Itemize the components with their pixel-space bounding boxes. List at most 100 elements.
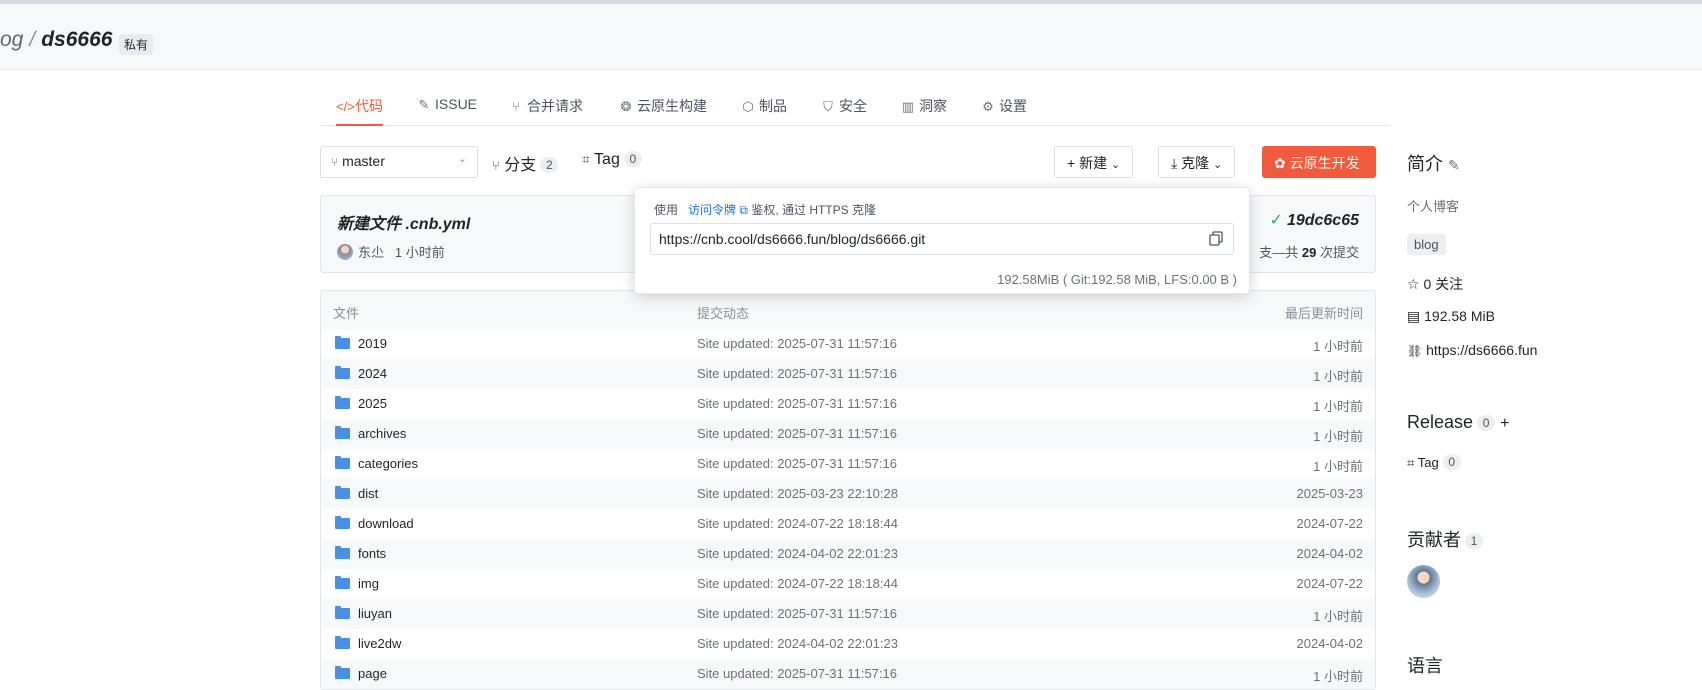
intro-title: 简介 ✎ [1407,150,1460,176]
updated-time: 1 小时前 [1313,399,1363,414]
folder-icon [335,456,350,469]
tab-insights[interactable]: ▥ 洞察 [900,96,947,126]
file-name[interactable]: img [335,576,379,591]
release-title: Release 0 + [1407,412,1509,433]
clone-url-field[interactable]: https://cnb.cool/ds6666.fun/blog/ds6666.… [650,223,1234,255]
edit-icon[interactable]: ✎ [1448,157,1460,173]
tab-security[interactable]: ⛉ 安全 [820,96,867,126]
table-row[interactable]: live2dw Site updated: 2024-04-02 22:01:23… [321,629,1375,659]
table-row[interactable]: download Site updated: 2024-07-22 18:18:4… [321,509,1375,539]
commit-message[interactable]: Site updated: 2025-07-31 11:57:16 [697,396,897,411]
settings-icon: ⚙ [982,99,994,114]
contributors-count: 1 [1465,533,1483,549]
table-row[interactable]: page Site updated: 2025-07-31 11:57:16 1 小… [321,659,1375,689]
tab-packages[interactable]: ⬡ 制品 [740,96,787,126]
updated-time: 1 小时前 [1313,339,1363,354]
cloud-dev-label: 云原生开发 [1289,155,1360,171]
commit-count-suffix: 次提交 [1319,245,1359,260]
file-name[interactable]: download [335,516,414,531]
plus-icon[interactable]: + [1500,415,1509,432]
clone-button[interactable]: ⤓ 克隆 ⌄ [1158,146,1236,178]
commit-message[interactable]: Site updated: 2024-07-22 18:18:44 [697,576,898,591]
updated-time: 1 小时前 [1313,669,1363,684]
file-name[interactable]: dist [335,486,378,501]
commit-author-line: 东尐 1 小时前 [337,242,445,261]
tab-settings[interactable]: ⚙ 设置 [980,96,1027,126]
website[interactable]: ⛓ https://ds6666.fun [1407,342,1537,358]
file-name[interactable]: 2019 [335,336,387,351]
cloud-dev-icon: ✿ [1274,155,1286,171]
language-title: 语言 [1407,656,1443,676]
file-name-text: download [358,516,414,531]
release-tag-count: 0 [1442,454,1461,470]
release-title-text[interactable]: Release [1407,412,1473,432]
file-name[interactable]: fonts [335,546,386,561]
commit-message[interactable]: Site updated: 2025-07-31 11:57:16 [697,606,897,621]
file-name[interactable]: live2dw [335,636,401,651]
topic-badge[interactable]: blog [1407,234,1446,255]
table-row[interactable]: categories Site updated: 2025-07-31 11:57… [321,449,1375,479]
release-tags[interactable]: ⌗ Tag 0 [1407,454,1461,471]
avatar[interactable] [1407,565,1440,598]
commit-title[interactable]: 新建文件 .cnb.yml [337,210,470,234]
copy-icon[interactable] [1209,231,1223,246]
commit-count[interactable]: 支—共 29 次提交 [1259,242,1359,261]
commit-message[interactable]: Site updated: 2024-07-22 18:18:44 [697,516,898,531]
table-row[interactable]: 2025 Site updated: 2025-07-31 11:57:16 1 小… [321,389,1375,419]
table-row[interactable]: 2019 Site updated: 2025-07-31 11:57:16 1 小… [321,329,1375,359]
file-name[interactable]: liuyan [335,606,392,621]
commit-message[interactable]: Site updated: 2025-07-31 11:57:16 [697,666,897,681]
external-link-icon[interactable]: ⧉ [739,203,748,217]
cloud-dev-button[interactable]: ✿ 云原生开发 [1262,146,1376,178]
file-name[interactable]: page [335,666,387,681]
commit-message[interactable]: Site updated: 2024-04-02 22:01:23 [697,546,898,561]
commit-message[interactable]: Site updated: 2024-04-02 22:01:23 [697,636,898,651]
file-name[interactable]: categories [335,456,418,471]
commit-author[interactable]: 东尐 [358,245,384,260]
file-name-text: 2024 [358,366,387,381]
tab-code[interactable]: </>代码 [336,96,383,126]
commit-message[interactable]: Site updated: 2025-03-23 22:10:28 [697,486,898,501]
commit-message[interactable]: Site updated: 2025-07-31 11:57:16 [697,336,897,351]
package-icon: ⬡ [742,99,754,114]
commit-message[interactable]: Site updated: 2025-07-31 11:57:16 [697,456,897,471]
table-row[interactable]: liuyan Site updated: 2025-07-31 11:57:16 1… [321,599,1375,629]
commit-message[interactable]: Site updated: 2025-07-31 11:57:16 [697,366,897,381]
chevron-down-icon: ⌄ [1212,159,1223,171]
avatar[interactable] [337,244,353,260]
tab-label: 设置 [999,98,1027,114]
table-row[interactable]: archives Site updated: 2025-07-31 11:57:1… [321,419,1375,449]
stars[interactable]: ☆ 0 关注 [1407,274,1463,294]
clone-label: 克隆 [1181,155,1210,171]
file-name[interactable]: 2024 [335,366,387,381]
table-row[interactable]: img Site updated: 2024-07-22 18:18:44 2024… [321,569,1375,599]
folder-icon [335,546,350,559]
tab-cloud-build[interactable]: ❂ 云原生构建 [618,96,707,126]
table-row[interactable]: 2024 Site updated: 2025-07-31 11:57:16 1 小… [321,359,1375,389]
table-row[interactable]: fonts Site updated: 2024-04-02 22:01:23 20… [321,539,1375,569]
tab-issue[interactable]: ✎ ISSUE [416,96,477,126]
repo-name[interactable]: ds6666 [41,28,112,51]
tab-merge-requests[interactable]: ⑂ 合并请求 [508,96,583,126]
commit-message[interactable]: Site updated: 2025-07-31 11:57:16 [697,426,897,441]
tags-link[interactable]: ⌗ Tag 0 [582,151,642,169]
contributors-title-text[interactable]: 贡献者 [1407,530,1461,550]
commit-hash: 19dc6c65 [1286,212,1359,229]
folder-icon [335,396,350,409]
folder-icon [335,576,350,589]
intro-title-text: 简介 [1407,154,1443,174]
breadcrumb-owner[interactable]: og [0,28,23,51]
file-name[interactable]: 2025 [335,396,387,411]
branches-link[interactable]: ⑂ 分支 2 [492,151,559,175]
branch-selector[interactable]: ⑂ master ⌄ [320,146,478,178]
access-token-link[interactable]: 访问令牌 [688,203,736,217]
intro-text: 个人博客 [1407,199,1460,214]
commit-hash-wrap[interactable]: ✓ 19dc6c65 [1270,210,1359,230]
folder-icon [335,336,350,349]
updated-time: 2024-04-02 [1296,546,1364,561]
chevron-down-icon: ⌄ [457,153,467,165]
header-file: 文件 [333,306,360,321]
new-button[interactable]: + 新建 ⌄ [1054,146,1134,178]
table-row[interactable]: dist Site updated: 2025-03-23 22:10:28 202… [321,479,1375,509]
file-name[interactable]: archives [335,426,406,441]
